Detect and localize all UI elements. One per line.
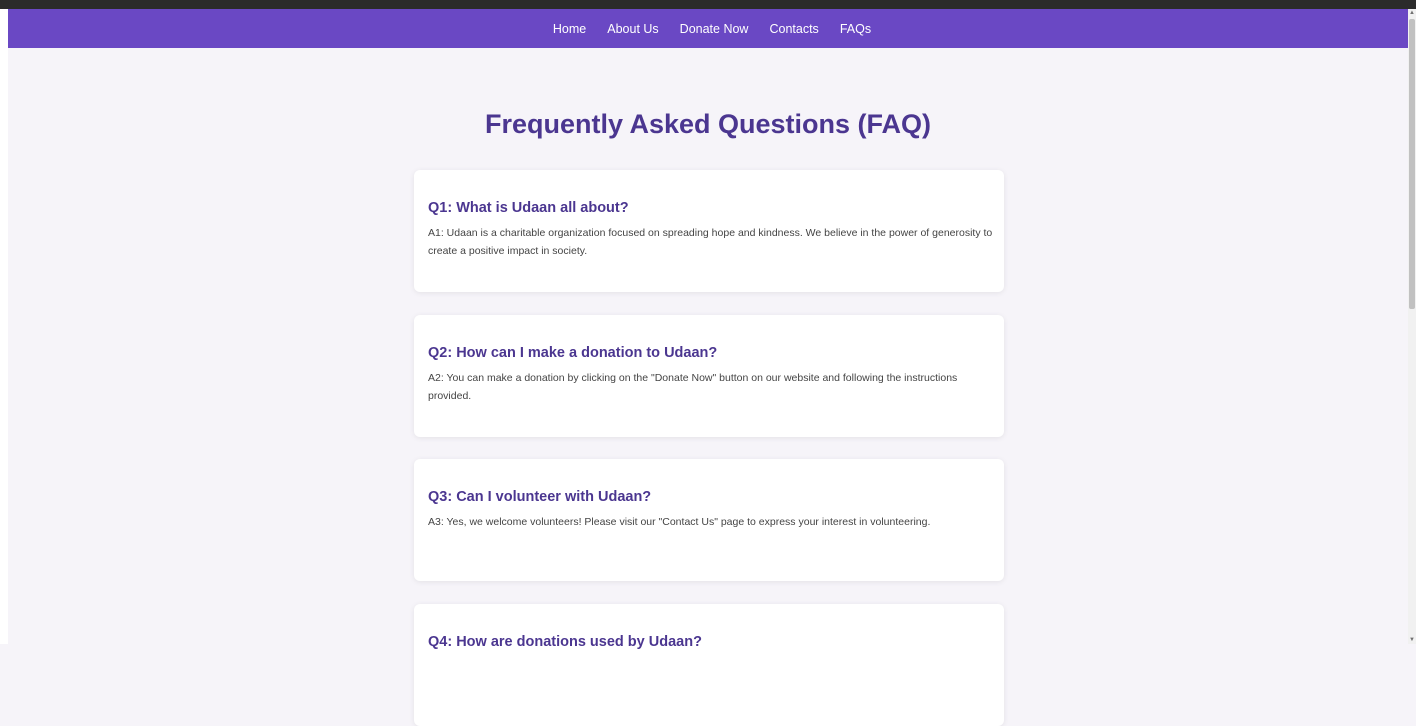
window-top-border [0,0,1416,9]
page-title: Frequently Asked Questions (FAQ) [484,109,932,139]
scrollbar-thumb[interactable] [1409,19,1415,309]
faq-question-3: Q3: Can I volunteer with Udaan? [428,489,652,505]
faq-card-2: Q2: How can I make a donation to Udaan? … [414,315,1004,437]
nav-faqs-link[interactable]: FAQs [829,22,881,36]
nav-about-us-link[interactable]: About Us [597,22,669,36]
scroll-down-arrow-icon[interactable]: ▼ [1409,636,1415,644]
faq-card-1: Q1: What is Udaan all about? A1: Udaan i… [414,170,1004,292]
faq-card-4: Q4: How are donations used by Udaan? [414,604,1004,726]
faq-answer-2: A2: You can make a donation by clicking … [428,372,958,402]
nav-home-link[interactable]: Home [542,22,596,36]
faq-card-3: Q3: Can I volunteer with Udaan? A3: Yes,… [414,459,1004,581]
left-margin [0,9,8,644]
main-content: Frequently Asked Questions (FAQ) Q1: Wha… [8,48,1408,726]
scroll-up-arrow-icon[interactable]: ▲ [1409,9,1415,17]
faq-answer-3: A3: Yes, we welcome volunteers! Please v… [428,516,931,528]
nav-donate-now-link[interactable]: Donate Now [669,22,759,36]
faq-question-4: Q4: How are donations used by Udaan? [428,634,702,650]
nav-links: Home About Us Donate Now Contacts FAQs [542,22,881,36]
faq-question-2: Q2: How can I make a donation to Udaan? [428,345,718,361]
vertical-scrollbar[interactable]: ▲ ▼ [1408,9,1416,644]
nav-contacts-link[interactable]: Contacts [759,22,829,36]
faq-question-1: Q1: What is Udaan all about? [428,200,629,216]
faq-answer-1: A1: Udaan is a charitable organization f… [428,227,993,257]
navbar: Home About Us Donate Now Contacts FAQs [8,9,1408,48]
